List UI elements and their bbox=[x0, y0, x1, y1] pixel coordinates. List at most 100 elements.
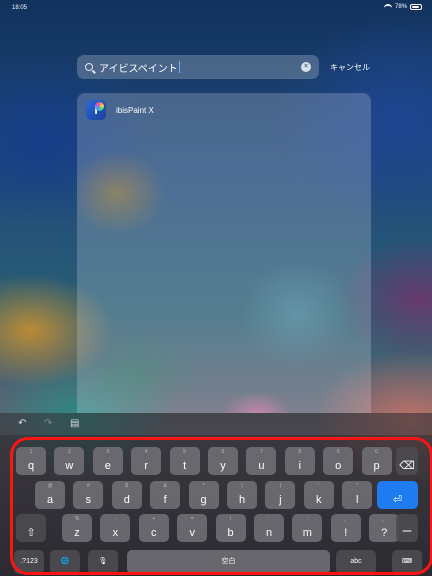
key-hint: 5 bbox=[183, 449, 186, 455]
key-d[interactable]: $ d bbox=[111, 481, 142, 509]
key-label: f bbox=[163, 494, 167, 506]
delete-key[interactable]: ⌫ bbox=[396, 447, 418, 475]
key-label: t bbox=[183, 460, 187, 472]
key-hint: # bbox=[87, 483, 90, 489]
key-q[interactable]: 1q bbox=[16, 447, 46, 475]
key-label: ⏎ bbox=[392, 494, 403, 506]
key-s[interactable]: # s bbox=[73, 481, 104, 509]
key-label: abc bbox=[350, 558, 362, 565]
key-label: z bbox=[74, 527, 80, 539]
key-label: o bbox=[335, 460, 342, 472]
key-t[interactable]: 5t bbox=[169, 447, 200, 475]
key-label: l bbox=[355, 494, 359, 506]
search-query[interactable]: アイビスペイント bbox=[99, 60, 178, 75]
shift-key[interactable]: ⇧ bbox=[16, 514, 46, 542]
space-key[interactable]: 空白 bbox=[127, 550, 330, 574]
key-label: r bbox=[144, 460, 149, 472]
key-l[interactable]: " l bbox=[342, 481, 373, 509]
status-right: 78% bbox=[383, 4, 422, 10]
key-hint: ; bbox=[268, 516, 270, 522]
key-label: i bbox=[298, 460, 302, 472]
key-hint: 1 bbox=[29, 449, 33, 455]
abc-key[interactable]: abc bbox=[336, 550, 376, 574]
key-m[interactable]: :m bbox=[292, 514, 323, 542]
redo-icon[interactable]: ↷ bbox=[44, 418, 52, 429]
key-label: q bbox=[27, 460, 35, 472]
numbers-key[interactable]: .?123 bbox=[14, 550, 44, 574]
key-g[interactable]: * g bbox=[188, 481, 219, 509]
key-hint: - bbox=[114, 516, 117, 522]
key-label: g bbox=[200, 494, 207, 506]
key-label: w bbox=[65, 460, 74, 472]
key-label: 空白 bbox=[221, 558, 236, 565]
key-label: n bbox=[265, 527, 273, 539]
key-hint: : bbox=[306, 516, 309, 522]
key-label: h bbox=[238, 494, 246, 506]
key-f[interactable]: & f bbox=[150, 481, 181, 509]
key-label: j bbox=[279, 494, 282, 506]
key-label: .?123 bbox=[20, 558, 38, 565]
blurred-background bbox=[77, 133, 371, 413]
key-label: s bbox=[85, 494, 92, 506]
app-name[interactable]: ibisPaint X bbox=[116, 106, 154, 115]
key-hint: = bbox=[190, 516, 194, 522]
key-i[interactable]: 8i bbox=[284, 447, 315, 475]
ibispaint-app-icon[interactable]: i bbox=[86, 100, 106, 120]
key-j[interactable]: ) j bbox=[265, 481, 296, 509]
key-u[interactable]: 7u bbox=[246, 447, 277, 475]
key-label: m bbox=[302, 527, 312, 539]
battery-percent: 78% bbox=[394, 4, 407, 10]
microphone-key[interactable]: 🎙 bbox=[88, 550, 118, 574]
key-y[interactable]: 6y bbox=[208, 447, 238, 475]
key-label: c bbox=[151, 527, 157, 539]
key-r[interactable]: 4r bbox=[131, 447, 162, 475]
app-result-row[interactable]: i ibisPaint X bbox=[86, 100, 154, 120]
key-w[interactable]: 2w bbox=[54, 447, 85, 475]
key-x[interactable]: -x bbox=[100, 514, 131, 542]
key-hint: ) bbox=[279, 483, 282, 489]
key-b[interactable]: / b bbox=[215, 514, 246, 542]
key-exclamation[interactable]: 、! bbox=[330, 514, 361, 542]
text-cursor bbox=[178, 61, 180, 73]
key-z[interactable]: % z bbox=[62, 514, 92, 542]
status-bar: 18:05 78% bbox=[0, 0, 432, 16]
key-label: a bbox=[46, 494, 54, 506]
key-c[interactable]: + c bbox=[138, 514, 169, 542]
return-key[interactable]: ⏎ bbox=[377, 481, 418, 509]
key-label: u bbox=[258, 460, 265, 472]
key-label: v bbox=[189, 527, 195, 539]
key-hint: " bbox=[356, 483, 359, 489]
key-n[interactable]: ; n bbox=[254, 514, 284, 542]
key-label: b bbox=[227, 527, 234, 539]
key-label: p bbox=[373, 460, 380, 472]
key-hint: $ bbox=[125, 483, 129, 489]
key-question[interactable]: 。? bbox=[369, 514, 400, 542]
undo-icon[interactable]: ↶ bbox=[18, 418, 26, 429]
search-field[interactable]: アイビスペイント × bbox=[77, 55, 319, 79]
globe-key[interactable]: 🌐 bbox=[50, 550, 80, 574]
paste-icon[interactable]: ▤ bbox=[70, 418, 79, 429]
key-p[interactable]: 0p bbox=[361, 447, 392, 475]
key-v[interactable]: = v bbox=[177, 514, 208, 542]
search-icon bbox=[85, 63, 93, 71]
key-hint: / bbox=[229, 516, 232, 522]
key-label: ! bbox=[344, 527, 348, 539]
key-hint: 2 bbox=[68, 449, 71, 455]
keyboard-shortcut-bar: ↶ ↷ ▤ bbox=[0, 413, 432, 435]
key-hint: 、 bbox=[343, 517, 349, 523]
key-o[interactable]: 9o bbox=[323, 447, 354, 475]
key-k[interactable]: ' k bbox=[303, 481, 334, 509]
cancel-button[interactable]: キャンセル bbox=[330, 62, 370, 73]
key-e[interactable]: 3e bbox=[92, 447, 123, 475]
key-h[interactable]: (h bbox=[227, 481, 257, 509]
key-label: ー bbox=[401, 526, 413, 538]
key-label: y bbox=[220, 460, 226, 472]
dash-key[interactable]: ー bbox=[396, 514, 418, 542]
clear-search-button[interactable]: × bbox=[301, 62, 311, 72]
key-hint: 0 bbox=[375, 449, 378, 455]
dismiss-keyboard-key[interactable]: ⌨ bbox=[392, 550, 422, 574]
key-hint: + bbox=[152, 516, 156, 522]
key-hint: 。 bbox=[381, 517, 387, 523]
key-label: k bbox=[316, 494, 322, 506]
key-a[interactable]: @ a bbox=[35, 481, 65, 509]
